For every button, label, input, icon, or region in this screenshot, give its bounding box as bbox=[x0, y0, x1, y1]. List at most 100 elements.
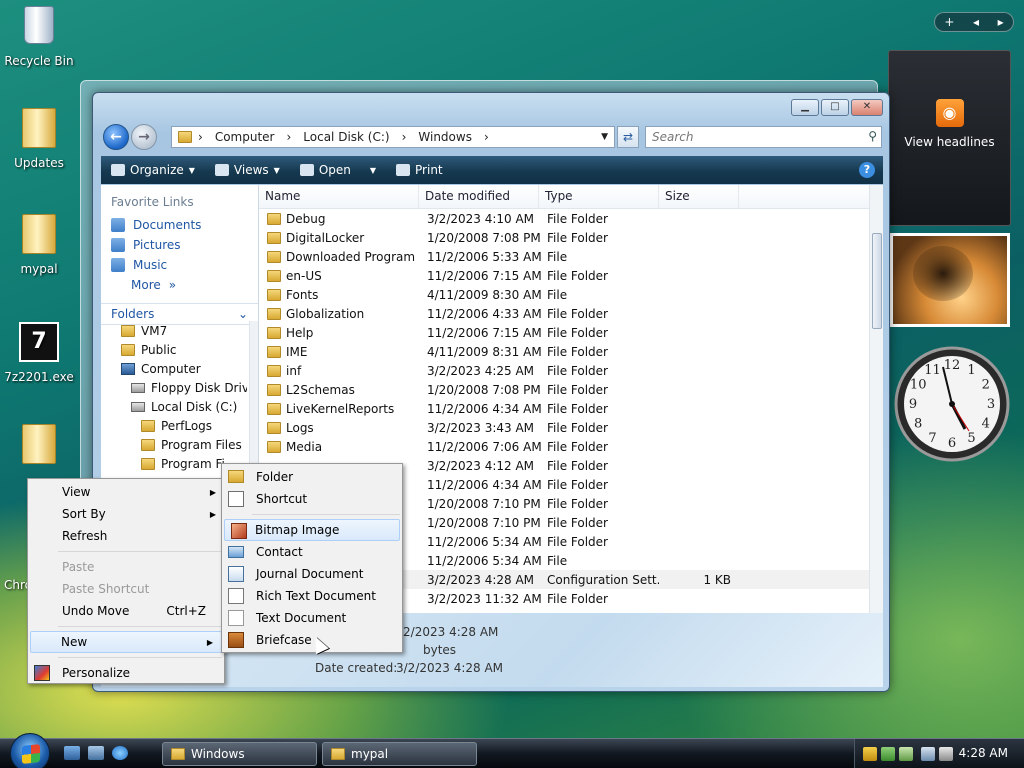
file-date-cell: 11/2/2006 7:15 AM bbox=[427, 268, 542, 283]
taskbar-clock[interactable]: 4:28 AM bbox=[959, 746, 1008, 760]
file-row[interactable]: Downloaded Program ... 11/2/2006 5:33 AM F… bbox=[259, 247, 883, 266]
column-name[interactable]: Name bbox=[259, 185, 419, 208]
tree-item[interactable]: VM7 bbox=[101, 321, 247, 340]
slideshow-gadget[interactable] bbox=[890, 233, 1010, 327]
file-list-scrollbar[interactable] bbox=[869, 185, 883, 613]
journal-icon bbox=[228, 566, 244, 582]
menu-item-paste[interactable]: Paste bbox=[28, 556, 224, 578]
column-size[interactable]: Size bbox=[659, 185, 739, 208]
nav-link-pictures[interactable]: Pictures bbox=[101, 235, 258, 255]
print-button[interactable]: Print bbox=[386, 163, 453, 177]
gadget-next-icon[interactable]: ▸ bbox=[998, 15, 1004, 29]
gadget-bar[interactable]: + ◂ ▸ bbox=[934, 12, 1014, 32]
file-row[interactable]: en-US 11/2/2006 7:15 AM File Folder bbox=[259, 266, 883, 285]
close-button[interactable]: ✕ bbox=[851, 99, 883, 116]
tree-item[interactable]: PerfLogs bbox=[101, 416, 247, 435]
floppy-icon bbox=[131, 382, 145, 393]
volume-icon[interactable] bbox=[939, 747, 953, 761]
desktop-icon-folder[interactable] bbox=[1, 422, 77, 472]
desktop-icon-7zip[interactable]: 7 7z2201.exe bbox=[1, 322, 77, 384]
network-status-icon[interactable] bbox=[899, 747, 913, 761]
menu-item-personalize[interactable]: Personalize bbox=[28, 662, 224, 684]
file-name-cell: LiveKernelReports bbox=[259, 402, 419, 416]
tree-item[interactable]: Computer bbox=[101, 359, 247, 378]
views-button[interactable]: Views ▼ bbox=[205, 163, 290, 177]
new-bitmap-image-item[interactable]: Bitmap Image bbox=[224, 519, 400, 541]
menu-item-new[interactable]: New ▶ bbox=[30, 631, 222, 653]
menu-item-undo-move[interactable]: Undo Move Ctrl+Z bbox=[28, 600, 224, 622]
nav-link-documents[interactable]: Documents bbox=[101, 215, 258, 235]
new-contact-item[interactable]: Contact bbox=[222, 541, 402, 563]
more-links[interactable]: More» bbox=[101, 275, 258, 295]
minimize-button[interactable]: ▁ bbox=[791, 99, 819, 116]
new-text-document-item[interactable]: Text Document bbox=[222, 607, 402, 629]
text-document-icon bbox=[228, 610, 244, 626]
internet-explorer-icon[interactable] bbox=[112, 746, 128, 760]
file-row[interactable]: IME 4/11/2009 8:31 AM File Folder bbox=[259, 342, 883, 361]
file-name-cell: L2Schemas bbox=[259, 383, 419, 397]
file-row[interactable]: Help 11/2/2006 7:15 AM File Folder bbox=[259, 323, 883, 342]
menu-item-sort-by[interactable]: Sort By ▶ bbox=[28, 503, 224, 525]
breadcrumb-local-disk[interactable]: Local Disk (C:) bbox=[297, 130, 395, 144]
file-row[interactable]: Debug 3/2/2023 4:10 AM File Folder bbox=[259, 209, 883, 228]
organize-button[interactable]: Organize ▼ bbox=[101, 163, 205, 177]
file-row[interactable]: inf 3/2/2023 4:25 AM File Folder bbox=[259, 361, 883, 380]
back-button[interactable]: ← bbox=[103, 124, 129, 150]
feed-headlines-gadget[interactable]: ◉ View headlines bbox=[888, 50, 1011, 226]
file-type-cell: File Folder bbox=[547, 268, 608, 283]
network-icon[interactable] bbox=[921, 747, 935, 761]
menu-item-paste-shortcut[interactable]: Paste Shortcut bbox=[28, 578, 224, 600]
help-button[interactable]: ? bbox=[859, 162, 875, 178]
breadcrumb-computer[interactable]: Computer bbox=[209, 130, 281, 144]
search-input[interactable]: Search ⚲ bbox=[645, 126, 882, 148]
file-row[interactable]: Globalization 11/2/2006 4:33 AM File Folde… bbox=[259, 304, 883, 323]
menu-item-refresh[interactable]: Refresh bbox=[28, 525, 224, 547]
details-date-modified: /2/2023 4:28 AM bbox=[399, 625, 499, 639]
file-type-cell: File Folder bbox=[547, 477, 608, 492]
new-folder-item[interactable]: Folder bbox=[222, 466, 402, 488]
column-date-modified[interactable]: Date modified bbox=[419, 185, 539, 208]
refresh-button[interactable]: ⇄ bbox=[617, 126, 639, 148]
tree-item[interactable]: Public bbox=[101, 340, 247, 359]
file-row[interactable]: L2Schemas 1/20/2008 7:08 PM File Folder bbox=[259, 380, 883, 399]
file-row[interactable]: Media 11/2/2006 7:06 AM File Folder bbox=[259, 437, 883, 456]
forward-button[interactable]: → bbox=[131, 124, 157, 150]
new-journal-document-item[interactable]: Journal Document bbox=[222, 563, 402, 585]
file-row[interactable]: Fonts 4/11/2009 8:30 AM File bbox=[259, 285, 883, 304]
command-bar: Organize ▼ Views ▼ Open ▼ Print ? bbox=[101, 156, 883, 184]
file-row[interactable]: LiveKernelReports 11/2/2006 4:34 AM File F… bbox=[259, 399, 883, 418]
menu-item-view[interactable]: View ▶ bbox=[28, 481, 224, 503]
file-row[interactable]: Logs 3/2/2023 3:43 AM File Folder bbox=[259, 418, 883, 437]
file-row[interactable]: DigitalLocker 1/20/2008 7:08 PM File Folde… bbox=[259, 228, 883, 247]
column-type[interactable]: Type bbox=[539, 185, 659, 208]
add-gadget-icon[interactable]: + bbox=[944, 15, 954, 29]
tree-item[interactable]: Local Disk (C:) bbox=[101, 397, 247, 416]
recycle-bin-icon bbox=[24, 6, 54, 44]
tree-item[interactable]: Floppy Disk Drive bbox=[101, 378, 247, 397]
desktop-icon-mypal[interactable]: mypal bbox=[1, 212, 77, 276]
switch-windows-icon[interactable] bbox=[88, 746, 104, 760]
folder-icon bbox=[22, 108, 56, 148]
address-bar[interactable]: › Computer › Local Disk (C:) › Windows ›… bbox=[171, 126, 615, 148]
taskbar-button-mypal[interactable]: mypal bbox=[322, 742, 477, 766]
new-shortcut-item[interactable]: Shortcut bbox=[222, 488, 402, 510]
address-dropdown-icon[interactable]: ▼ bbox=[601, 132, 614, 142]
maximize-button[interactable]: □ bbox=[821, 99, 849, 116]
security-shield-icon[interactable] bbox=[863, 747, 877, 761]
search-icon[interactable]: ⚲ bbox=[868, 129, 877, 143]
new-rich-text-document-item[interactable]: Rich Text Document bbox=[222, 585, 402, 607]
desktop-icon-updates[interactable]: Updates bbox=[1, 106, 77, 170]
nav-link-music[interactable]: Music bbox=[101, 255, 258, 275]
start-button[interactable] bbox=[10, 733, 50, 768]
taskbar-button-windows[interactable]: Windows bbox=[162, 742, 317, 766]
gadget-prev-icon[interactable]: ◂ bbox=[973, 15, 979, 29]
clock-gadget[interactable]: 12 12 3 45678 9 1011 bbox=[893, 343, 1011, 465]
breadcrumb-windows[interactable]: Windows bbox=[412, 130, 478, 144]
scroll-thumb[interactable] bbox=[872, 233, 882, 329]
show-desktop-icon[interactable] bbox=[64, 746, 80, 760]
tree-item[interactable]: Program Files bbox=[101, 435, 247, 454]
desktop-icon-recycle-bin[interactable]: Recycle Bin bbox=[1, 2, 77, 68]
open-button[interactable]: Open ▼ bbox=[290, 163, 386, 177]
update-icon[interactable] bbox=[881, 747, 895, 761]
clock-numeral: 10 bbox=[910, 378, 927, 393]
